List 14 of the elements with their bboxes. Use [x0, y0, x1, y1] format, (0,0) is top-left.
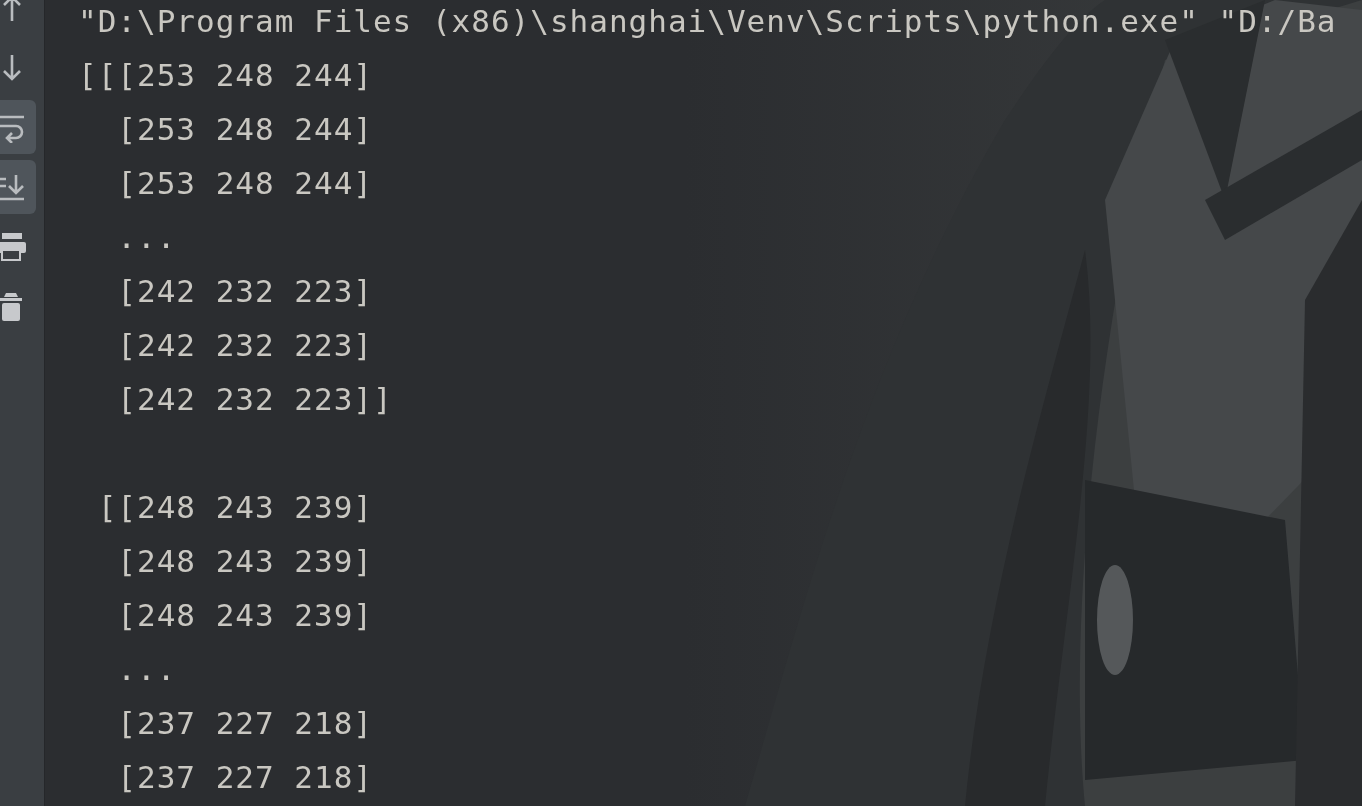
command-line: "D:\Program Files (x86)\shanghai\Venv\Scripts\python.exe" "D:/Ba	[78, 2, 1337, 41]
output-line: [242 232 223]	[116, 326, 373, 365]
output-line: [[248 243 239]	[96, 488, 373, 527]
output-line: [253 248 244]	[116, 164, 373, 203]
output-line: [237 227 218]	[116, 704, 373, 743]
output-line: ...	[116, 218, 177, 257]
output-line: [248 243 239]	[116, 542, 373, 581]
output-line: [253 248 244]	[116, 110, 373, 149]
output-line: ...	[116, 650, 177, 689]
output-line: [237 227 218]	[116, 758, 373, 797]
output-line: [[[253 248 244]	[78, 56, 373, 95]
output-line: [242 232 223]	[116, 272, 373, 311]
output-line: [248 243 239]	[116, 596, 373, 635]
output-line: [242 232 223]]	[116, 380, 393, 419]
